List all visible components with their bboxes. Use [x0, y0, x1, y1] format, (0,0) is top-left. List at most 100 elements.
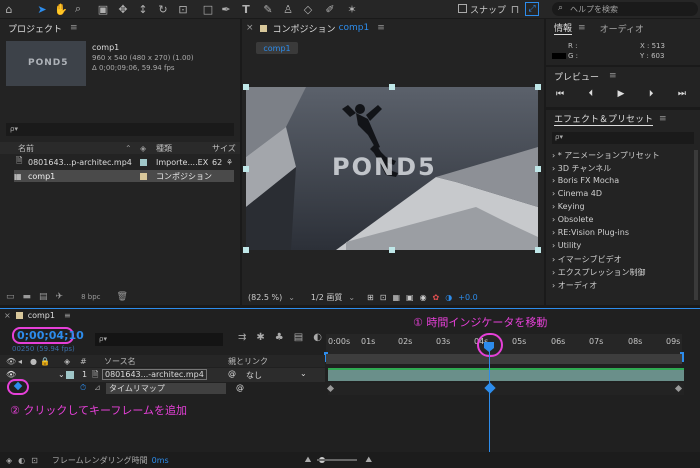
last-frame-icon[interactable]: ⏭ — [678, 89, 686, 99]
effects-item[interactable]: › エクスプレッション制御 — [552, 267, 646, 278]
home-icon[interactable]: ⌂ — [2, 0, 16, 18]
effects-item[interactable]: › 3D チャンネル — [552, 163, 611, 174]
effects-item[interactable]: › Cinema 4D — [552, 189, 602, 198]
graph-icon[interactable]: ⊿ — [94, 383, 101, 392]
snap-magnet-icon[interactable]: ⊓ — [508, 0, 522, 18]
color-channel-icon[interactable]: ✿ — [433, 293, 440, 302]
help-search[interactable]: ⌕ ヘルプを検索 — [552, 2, 698, 16]
project-search[interactable]: ρ▾ — [6, 123, 234, 136]
anchor-tool-icon[interactable]: ⊡ — [175, 0, 191, 18]
region-icon[interactable]: ⊡ — [380, 293, 387, 302]
interpret-footage-icon[interactable]: ▭ — [6, 292, 15, 302]
tab-audio[interactable]: オーディオ — [600, 22, 644, 35]
scrollbar[interactable] — [694, 150, 698, 300]
label-tag-icon[interactable]: ◈ — [140, 144, 146, 153]
timeline-tab[interactable]: comp1 — [28, 311, 55, 320]
menu-icon[interactable]: ≡ — [70, 23, 78, 33]
motion-blur-icon[interactable]: ◐ — [313, 332, 322, 343]
project-item[interactable]: 🗎 0801643...p-architec.mp4 Importe....EX… — [0, 156, 240, 168]
lock-icon[interactable]: 🔒 — [40, 357, 50, 366]
effects-item[interactable]: › Boris FX Mocha — [552, 176, 619, 185]
exposure-icon[interactable]: ◑ — [445, 293, 452, 302]
puppet-tool-icon[interactable]: ✶ — [344, 0, 360, 18]
comp-tab[interactable]: comp1 — [256, 42, 298, 54]
layer-duration-bar[interactable] — [328, 369, 684, 381]
close-icon[interactable]: × — [4, 311, 11, 320]
viewer-area[interactable]: POND5 — [242, 59, 544, 285]
zoom-in-icon[interactable]: ⛰ — [365, 455, 372, 465]
video-frame[interactable]: POND5 — [246, 87, 538, 250]
draft-3d-icon[interactable]: ✱ — [256, 332, 264, 343]
col-type[interactable]: 種類 — [156, 143, 172, 154]
roto-tool-icon[interactable]: ✐ — [322, 0, 338, 18]
tab-info[interactable]: 情報 — [554, 21, 573, 35]
zoom-tool-icon[interactable]: ⌕ — [70, 0, 86, 18]
handle[interactable] — [535, 247, 541, 253]
exposure-value[interactable]: +0.0 — [458, 293, 477, 302]
effects-item[interactable]: › RE:Vision Plug-ins — [552, 228, 629, 237]
close-icon[interactable]: × — [246, 23, 254, 33]
effects-item[interactable]: › Obsolete — [552, 215, 593, 224]
brush-tool-icon[interactable]: ✎ — [260, 0, 276, 18]
audio-icon[interactable]: ◂ — [18, 357, 22, 366]
trash-icon[interactable]: 🗑 — [117, 292, 128, 302]
col-size[interactable]: サイズ — [212, 143, 236, 154]
handle[interactable] — [389, 84, 395, 90]
effects-item[interactable]: › Keying — [552, 202, 585, 211]
hand-tool-icon[interactable]: ✋ — [53, 0, 69, 18]
expand-icon[interactable]: ⤢ — [525, 2, 539, 16]
layer-name[interactable]: 0801643...-architec.mp4 — [102, 369, 207, 380]
zoom-slider[interactable] — [317, 459, 358, 461]
menu-icon[interactable]: ≡ — [64, 311, 71, 320]
selection-tool-icon[interactable]: ➤ — [34, 0, 50, 18]
prev-frame-icon[interactable]: ⏴ — [589, 89, 594, 99]
rotate-tool-icon[interactable]: ↻ — [155, 0, 171, 18]
new-comp-icon[interactable]: ▤ — [39, 292, 48, 302]
effects-item[interactable]: › オーディオ — [552, 280, 597, 291]
label-tag-icon[interactable]: ◈ — [64, 357, 70, 366]
visibility-icon[interactable]: 👁 — [6, 357, 16, 366]
layer-row[interactable]: 👁 ⌄ 1 🗎 0801643...-architec.mp4 @ なし ⌄ — [0, 368, 325, 382]
handle[interactable] — [535, 166, 541, 172]
property-row[interactable]: ⏱ ⊿ タイムリマップ @ — [0, 383, 325, 395]
effects-item[interactable]: › Utility — [552, 241, 581, 250]
expand-arrow-icon[interactable]: ⌄ — [58, 370, 65, 379]
grid-icon[interactable]: ⊞ — [367, 293, 374, 302]
handle[interactable] — [243, 166, 249, 172]
visibility-icon[interactable]: 👁 — [6, 370, 16, 379]
transparency-icon[interactable]: ▦ — [392, 293, 400, 302]
zoom-dropdown[interactable]: (82.5 %) — [248, 293, 282, 302]
menu-icon[interactable]: ≡ — [377, 23, 385, 33]
lock-icon[interactable] — [259, 24, 267, 32]
solo-switches-icon[interactable]: ◐ — [18, 456, 25, 465]
modes-icon[interactable]: ⊡ — [31, 456, 38, 465]
comp-panel-link[interactable]: comp1 — [339, 23, 370, 33]
handle[interactable] — [243, 247, 249, 253]
stamp-tool-icon[interactable]: ♙ — [280, 0, 296, 18]
project-item-selected[interactable]: ▦ comp1 コンポジション — [14, 170, 234, 182]
chevron-down-icon[interactable]: ⌄ — [300, 369, 307, 378]
snap-checkbox[interactable] — [458, 4, 467, 13]
sort-icon[interactable]: ⌃ — [125, 144, 132, 153]
chevron-down-icon[interactable]: ⌄ — [288, 293, 295, 302]
frame-blend-icon[interactable]: ▤ — [294, 332, 303, 343]
timecode[interactable]: 0;00;04;10 — [17, 329, 84, 342]
mask-icon[interactable]: ▣ — [406, 293, 414, 302]
text-tool-icon[interactable]: T — [238, 0, 254, 18]
solo-icon[interactable]: ● — [30, 357, 37, 366]
orbit-tool-icon[interactable]: ✥ — [115, 0, 131, 18]
eraser-tool-icon[interactable]: ◇ — [300, 0, 316, 18]
menu-icon[interactable]: ≡ — [578, 23, 586, 33]
quality-dropdown[interactable]: 1/2 画質 — [311, 292, 342, 303]
parent-dropdown[interactable]: なし — [246, 370, 262, 381]
pickwhip-icon[interactable]: @ — [228, 369, 236, 378]
first-frame-icon[interactable]: ⏮ — [556, 89, 564, 99]
timeline-search[interactable]: ρ▾ — [95, 333, 223, 346]
camera-tool-icon[interactable]: ▣ — [95, 0, 111, 18]
menu-icon[interactable]: ≡ — [609, 71, 617, 81]
next-frame-icon[interactable]: ⏵ — [649, 89, 654, 99]
effects-item[interactable]: › イマーシブビデオ — [552, 254, 622, 265]
chevron-down-icon[interactable]: ⌄ — [348, 293, 355, 302]
col-parent[interactable]: 親とリンク — [228, 356, 268, 367]
pen-tool-icon[interactable]: ✒ — [218, 0, 234, 18]
